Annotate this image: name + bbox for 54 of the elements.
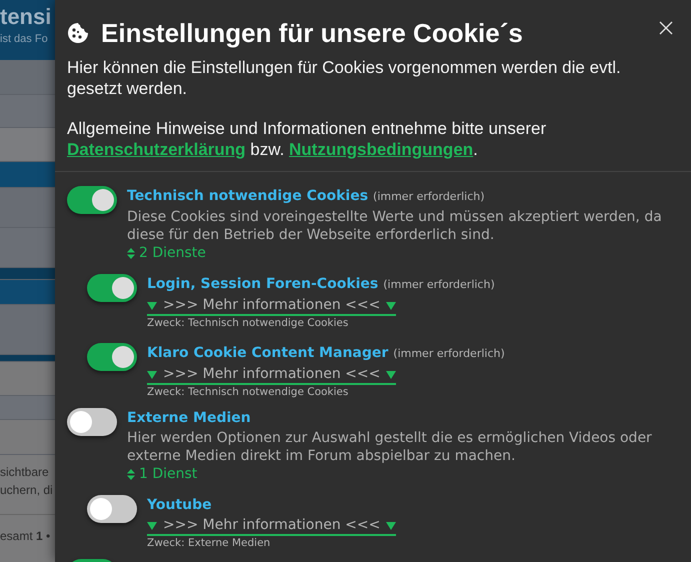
- option-title: Technisch notwendige Cookies: [127, 187, 368, 206]
- service-toggle[interactable]: [87, 274, 137, 302]
- service-toggle[interactable]: [87, 495, 137, 523]
- terms-link[interactable]: Nutzungsbedingungen: [289, 140, 474, 159]
- required-note: (immer erforderlich): [373, 189, 485, 205]
- caret-icon: [386, 520, 396, 530]
- forum-row: [0, 268, 55, 280]
- more-info-link[interactable]: >>> Mehr informationen <<<: [147, 366, 396, 385]
- required-note: (immer erforderlich): [383, 277, 495, 293]
- dialog-title: Einstellungen für unsere Cookie´s: [101, 17, 523, 50]
- caret-icon: [386, 370, 396, 379]
- option-title: Login, Session Foren-Cookies: [147, 275, 378, 294]
- services-toggle[interactable]: 2 Dienste: [127, 244, 672, 262]
- page-text: uchern, di: [0, 482, 54, 499]
- sort-icon: [127, 248, 135, 258]
- forum-row: [0, 188, 55, 228]
- more-info-link[interactable]: >>> Mehr informationen <<<: [147, 517, 396, 536]
- caret-icon: [147, 300, 157, 310]
- notice-text: Allgemeine Hinweise und Informationen entnehme bitte unserer: [67, 119, 546, 138]
- cookie-icon: [67, 22, 89, 44]
- option-title: Externe Medien: [127, 409, 251, 428]
- category-toggle[interactable]: [67, 186, 117, 214]
- intro-text: Hier können die Einstellungen für Cookies vorgenommen werden die evtl. gesetzt werden.: [67, 57, 622, 99]
- forum-row: [0, 162, 55, 188]
- forum-row: [0, 305, 55, 355]
- option-title: Youtube: [147, 496, 212, 515]
- purpose-text: Zweck: Externe Medien: [147, 536, 272, 551]
- sort-icon: [127, 468, 135, 480]
- separator-text: bzw.: [249, 140, 286, 159]
- page-title: tensi: [0, 3, 52, 31]
- caret-icon: [386, 300, 396, 310]
- privacy-link[interactable]: Datenschutzerklärung: [67, 140, 246, 159]
- purpose-text: Zweck: Technisch notwendige Cookies: [147, 385, 350, 400]
- page-subtitle: ist das Fo: [0, 32, 49, 47]
- category-toggle[interactable]: [67, 408, 117, 436]
- page-footer-text: esamt 1 •: [0, 528, 52, 545]
- required-note: (immer erforderlich): [393, 346, 505, 362]
- caret-icon: [147, 370, 157, 379]
- forum-row: [0, 362, 55, 396]
- purpose-text: Zweck: Technisch notwendige Cookies: [147, 316, 350, 331]
- service-toggle[interactable]: [87, 343, 137, 371]
- forum-row: [0, 280, 55, 305]
- caret-icon: [147, 520, 157, 530]
- category-description: Hier werden Optionen zur Auswahl gestellt die es ermöglichen Videos oder externe Medien direkt im Forum abspielbar zu machen.: [127, 429, 653, 465]
- close-icon: [659, 21, 673, 35]
- category-description: Diese Cookies sind voreingestellte Werte und müssen akzeptiert werden, da diese für den Betrieb der Webseite erforderlich sind.: [127, 208, 663, 244]
- forum-row: [0, 128, 55, 162]
- option-title: Klaro Cookie Content Manager: [147, 344, 388, 363]
- period-text: .: [473, 140, 478, 159]
- services-toggle[interactable]: 1 Dienst: [127, 465, 672, 483]
- forum-row: [0, 60, 55, 95]
- page-text: sichtbare: [0, 464, 50, 481]
- close-button[interactable]: [659, 20, 675, 36]
- more-info-link[interactable]: >>> Mehr informationen <<<: [147, 297, 396, 316]
